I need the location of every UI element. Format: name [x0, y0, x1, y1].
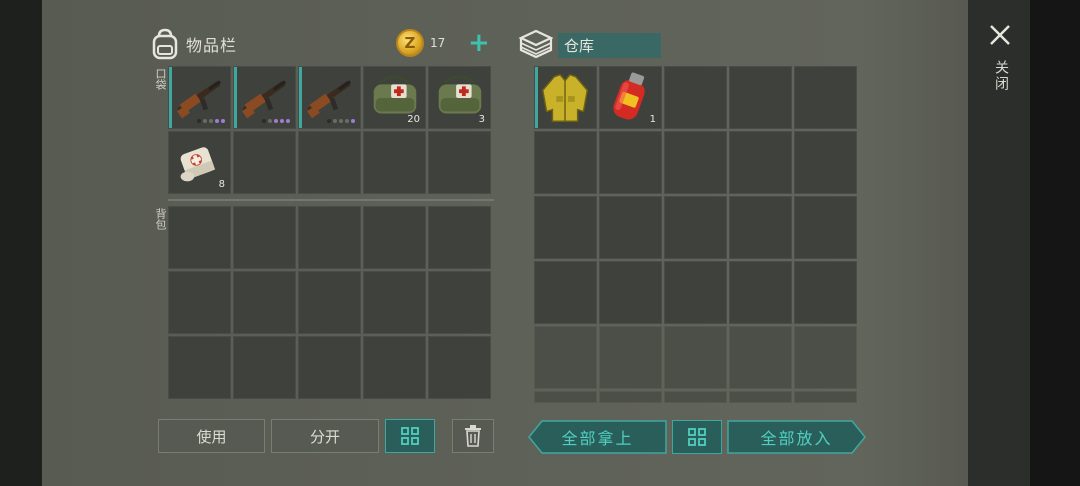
- backpack-slot[interactable]: [298, 206, 361, 269]
- warehouse-grid: 1: [534, 66, 857, 403]
- inventory-slot[interactable]: [233, 66, 296, 129]
- warehouse-slot[interactable]: [599, 131, 662, 194]
- warehouse-slot[interactable]: [729, 66, 792, 129]
- grid-sort-icon: [688, 428, 706, 446]
- put-all-button[interactable]: 全部放入: [727, 420, 866, 454]
- sort-inventory-button[interactable]: [385, 419, 435, 453]
- warehouse-slot[interactable]: [664, 196, 727, 259]
- inventory-slot[interactable]: 3: [428, 66, 491, 129]
- section-divider: [168, 199, 494, 201]
- put-all-label: 全部放入: [760, 429, 833, 448]
- take-all-button[interactable]: 全部拿上: [528, 420, 667, 454]
- trash-icon: [465, 425, 481, 447]
- rarity-dots: [262, 119, 290, 123]
- close-button[interactable]: [985, 20, 1015, 50]
- warehouse-box-icon: [518, 29, 554, 59]
- warehouse-slot-locked: [729, 326, 792, 389]
- backpack-slot[interactable]: [428, 336, 491, 399]
- backpack-slot[interactable]: [233, 271, 296, 334]
- inventory-title: 物品栏: [186, 36, 238, 55]
- rarity-dots: [197, 119, 225, 123]
- coin-icon: Z: [396, 29, 424, 57]
- coin-display: Z 17 +: [396, 28, 494, 58]
- warehouse-slot-locked: [534, 326, 597, 389]
- warehouse-slot[interactable]: [729, 196, 792, 259]
- backpack-slot[interactable]: [168, 336, 231, 399]
- warehouse-slot-locked: [794, 391, 857, 403]
- warehouse-header: [518, 26, 554, 60]
- game-screen: 物品栏 Z 17 + 口袋 背包 20 3 8 使用 分开 仓库 1 全部拿上 …: [0, 0, 1080, 486]
- backpack-slot[interactable]: [168, 206, 231, 269]
- use-button[interactable]: 使用: [158, 419, 265, 453]
- warehouse-slot[interactable]: [664, 261, 727, 324]
- warehouse-slot[interactable]: [729, 131, 792, 194]
- warehouse-slot[interactable]: [534, 196, 597, 259]
- sort-warehouse-button[interactable]: [672, 420, 722, 454]
- warehouse-slot-locked: [729, 391, 792, 403]
- pocket-label: 口袋: [154, 68, 167, 90]
- warehouse-slot-locked: [664, 391, 727, 403]
- inventory-slot[interactable]: 8: [168, 131, 231, 194]
- backpack-slot[interactable]: [298, 336, 361, 399]
- backpack-slot[interactable]: [233, 336, 296, 399]
- item-quantity: 1: [649, 114, 656, 125]
- item-quantity: 3: [478, 114, 485, 125]
- inventory-slot[interactable]: [298, 131, 361, 194]
- warehouse-slot[interactable]: [534, 131, 597, 194]
- warehouse-slot[interactable]: [599, 196, 662, 259]
- backpack-icon: [150, 28, 180, 60]
- backpack-slot[interactable]: [363, 271, 426, 334]
- jacket-icon: [541, 73, 589, 122]
- inventory-slot[interactable]: 20: [363, 66, 426, 129]
- warehouse-slot-locked: [599, 326, 662, 389]
- warehouse-slot-locked: [794, 326, 857, 389]
- warehouse-slot[interactable]: [664, 131, 727, 194]
- close-label[interactable]: 关闭: [991, 60, 1011, 92]
- rarity-dots: [327, 119, 355, 123]
- warehouse-title: 仓库: [558, 33, 661, 58]
- warehouse-slot-locked: [534, 391, 597, 403]
- backpack-slot[interactable]: [428, 271, 491, 334]
- item-quantity: 8: [218, 179, 225, 190]
- inventory-slot[interactable]: [298, 66, 361, 129]
- warehouse-slot-locked: [599, 391, 662, 403]
- warehouse-slot[interactable]: [534, 66, 597, 129]
- warehouse-slot[interactable]: [729, 261, 792, 324]
- backpack-slot[interactable]: [363, 336, 426, 399]
- backpack-slot[interactable]: [168, 271, 231, 334]
- warehouse-slot[interactable]: [794, 261, 857, 324]
- grid-sort-icon: [401, 427, 419, 445]
- inventory-slot[interactable]: [428, 131, 491, 194]
- inventory-slot[interactable]: [168, 66, 231, 129]
- split-button[interactable]: 分开: [271, 419, 379, 453]
- take-all-label: 全部拿上: [561, 429, 634, 448]
- backpack-slot[interactable]: [233, 206, 296, 269]
- backpack-slot[interactable]: [428, 206, 491, 269]
- discard-button[interactable]: [452, 419, 494, 453]
- item-quantity: 20: [407, 114, 420, 125]
- backpack-grid: [168, 206, 491, 399]
- warehouse-slot[interactable]: [664, 66, 727, 129]
- backpack-slot[interactable]: [363, 206, 426, 269]
- inventory-slot[interactable]: [363, 131, 426, 194]
- warehouse-slot[interactable]: [794, 196, 857, 259]
- inventory-header: 物品栏: [150, 26, 237, 62]
- backpack-label: 背包: [154, 208, 167, 230]
- pocket-grid: 20 3 8: [168, 66, 491, 194]
- coin-count: 17: [430, 36, 446, 50]
- close-icon: [990, 25, 1010, 45]
- backpack-slot[interactable]: [298, 271, 361, 334]
- inventory-slot[interactable]: [233, 131, 296, 194]
- add-coins-button[interactable]: +: [468, 30, 490, 56]
- warehouse-slot[interactable]: 1: [599, 66, 662, 129]
- warehouse-slot-locked: [664, 326, 727, 389]
- warehouse-slot[interactable]: [534, 261, 597, 324]
- warehouse-slot[interactable]: [794, 131, 857, 194]
- warehouse-slot[interactable]: [599, 261, 662, 324]
- warehouse-slot[interactable]: [794, 66, 857, 129]
